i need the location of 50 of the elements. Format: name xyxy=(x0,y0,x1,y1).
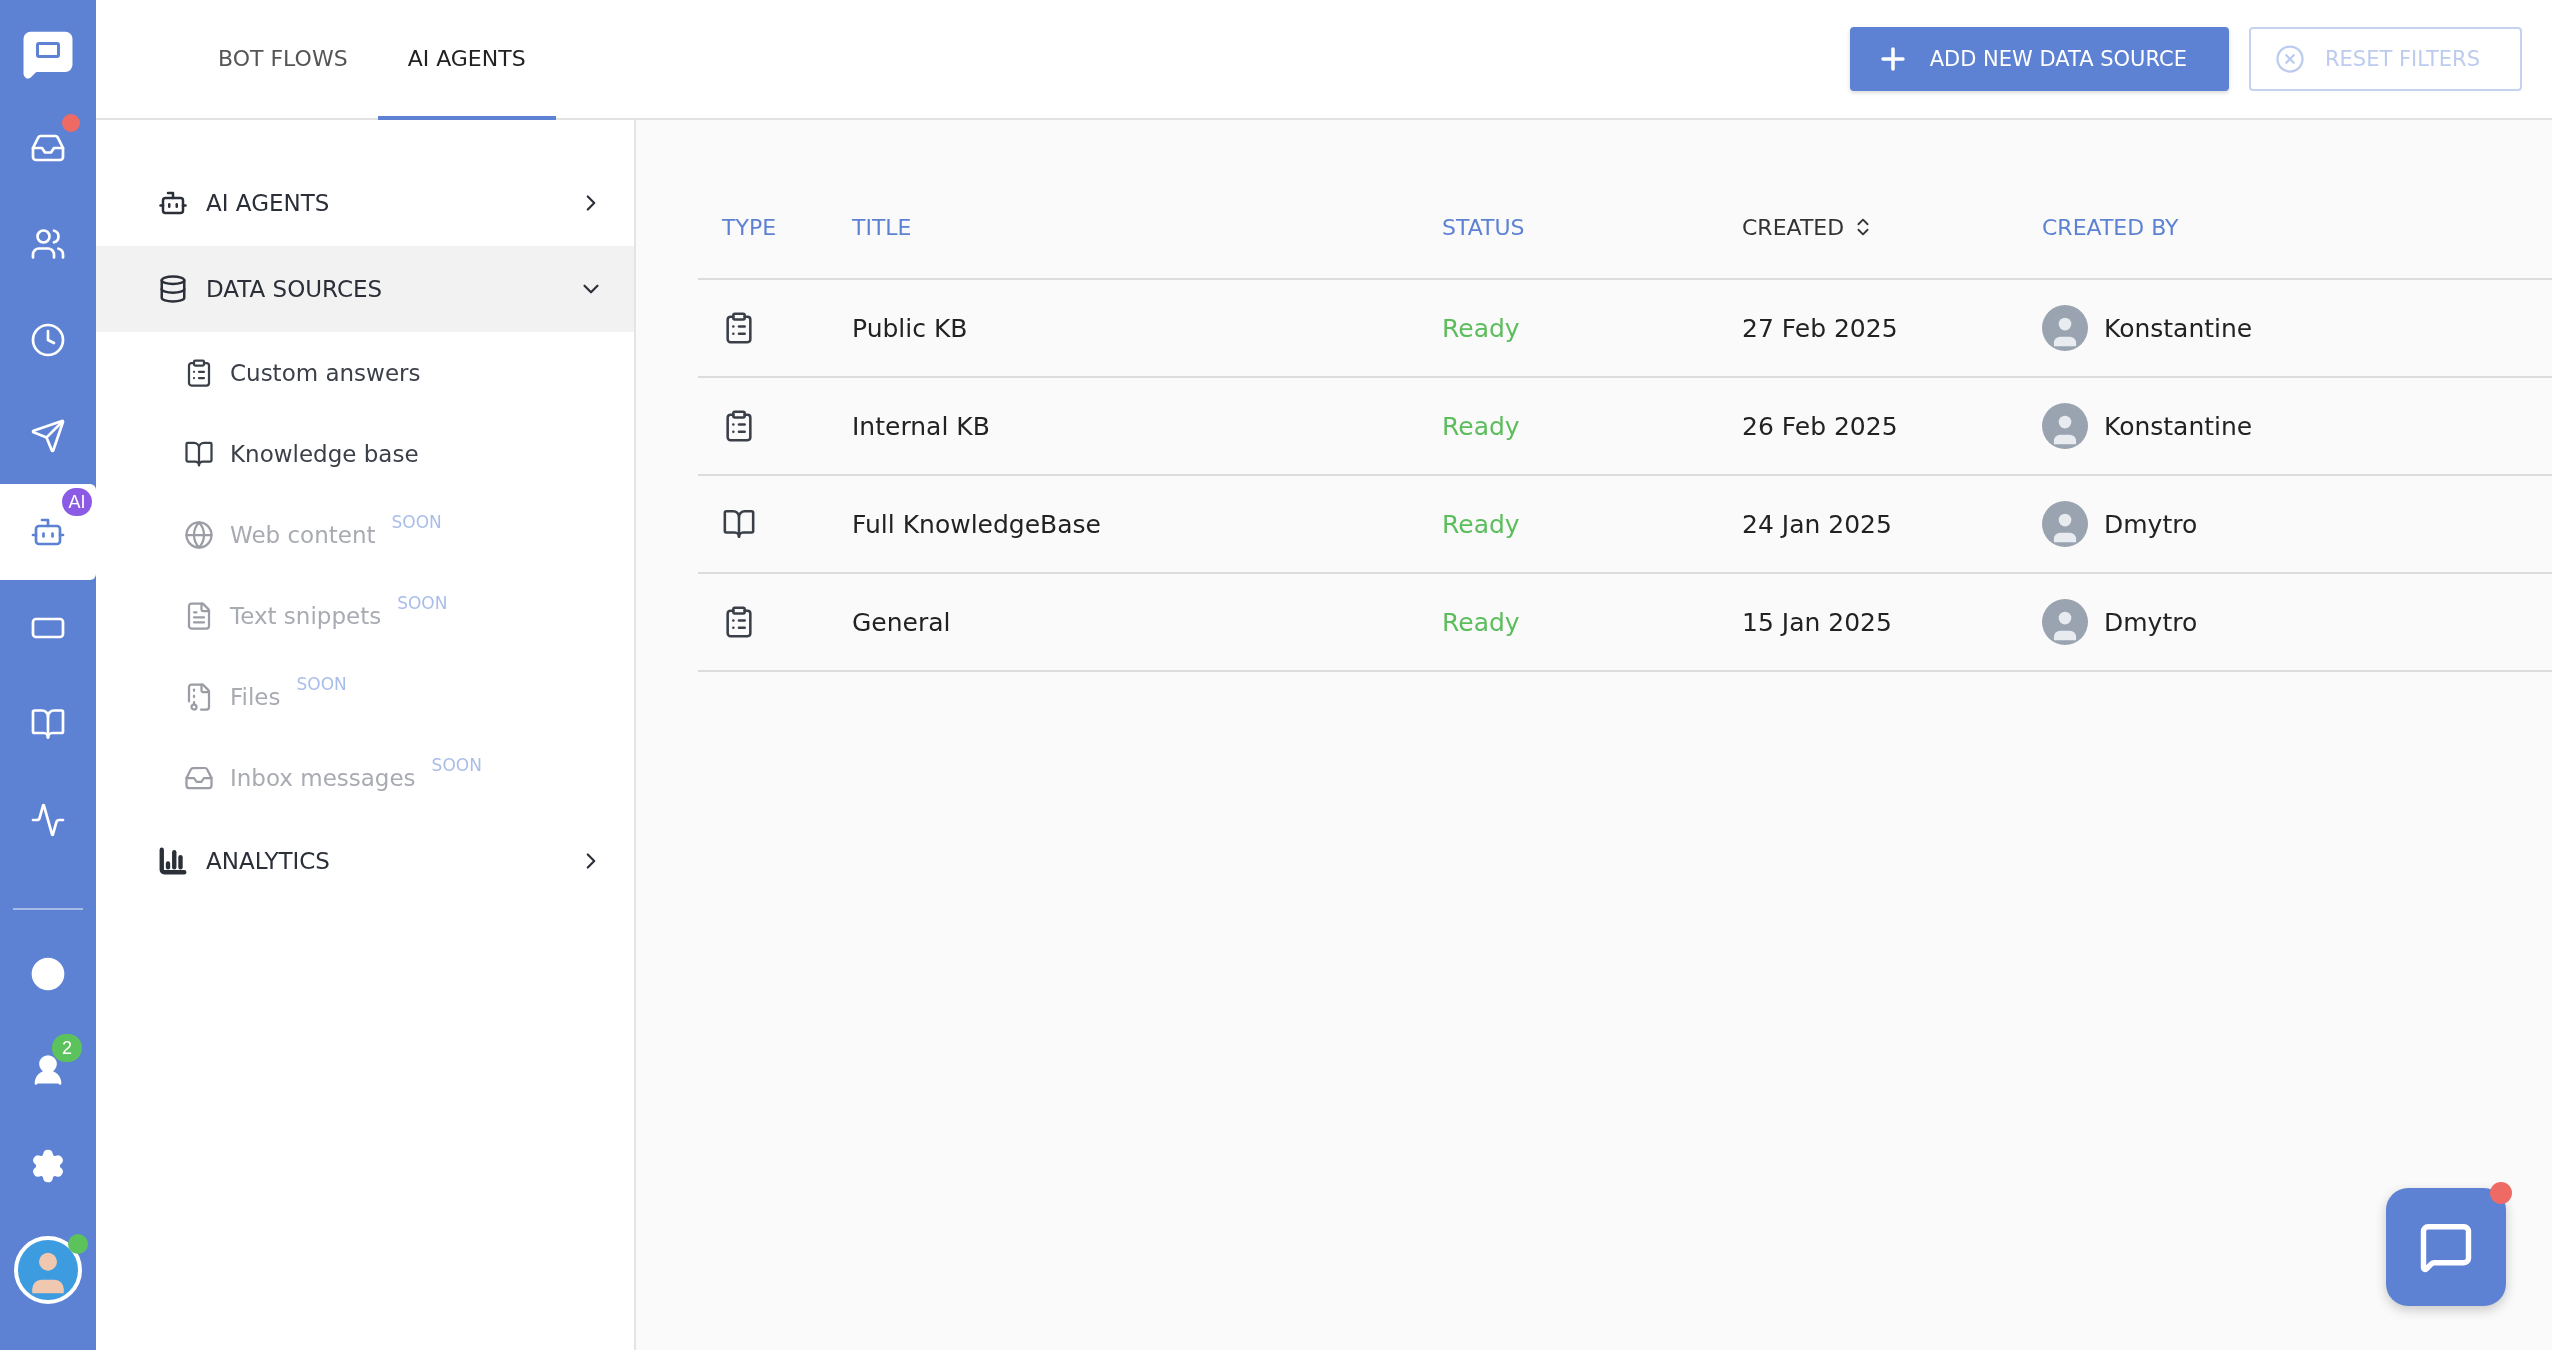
table-cell: Public KB xyxy=(852,313,968,343)
sidebar-item[interactable]: Knowledge base xyxy=(96,413,634,494)
soon-tag: SOON xyxy=(296,674,347,694)
column-header: TYPE xyxy=(698,176,828,280)
avatar-silhouette-icon xyxy=(2042,305,2088,351)
status-text: Ready xyxy=(1442,313,1520,343)
table-cell: Konstantine xyxy=(2104,313,2253,343)
avatar-silhouette-icon xyxy=(2042,403,2088,449)
column-header: CREATED BY xyxy=(2018,176,2552,280)
nav-rail-button[interactable]: AI xyxy=(0,484,96,580)
table-cell: Dmytro xyxy=(2104,607,2198,637)
tab[interactable]: BOT FLOWS xyxy=(188,0,378,120)
book-icon xyxy=(30,706,66,742)
soon-tag: SOON xyxy=(431,755,482,775)
sidebar-section[interactable]: ANALYTICS xyxy=(96,818,634,904)
soon-tag: SOON xyxy=(391,512,442,532)
chat-launcher-button[interactable] xyxy=(2386,1188,2506,1306)
add-button[interactable]: ADD NEW DATA SOURCE xyxy=(1849,27,2229,91)
send-icon xyxy=(30,418,66,454)
table-cell: 26 Feb 2025 xyxy=(1742,411,1898,441)
table-cell: Internal KB xyxy=(852,411,990,441)
column-header: STATUS xyxy=(1418,176,1718,280)
database-icon xyxy=(158,274,188,304)
avatar-silhouette-icon xyxy=(2042,599,2088,645)
book-icon xyxy=(722,507,756,541)
status-text: Ready xyxy=(1442,509,1520,539)
sidebar-section[interactable]: AI AGENTS xyxy=(96,160,634,246)
status-text: Ready xyxy=(1442,411,1520,441)
status-text: Ready xyxy=(1442,607,1520,637)
clock-icon xyxy=(30,322,66,358)
sidebar-item[interactable]: Custom answers xyxy=(96,332,634,413)
table-cell: Full KnowledgeBase xyxy=(852,509,1101,539)
table-cell: Dmytro xyxy=(2104,509,2198,539)
badge: AI xyxy=(62,488,92,516)
bar-chart-icon xyxy=(158,846,188,876)
table-cell: General xyxy=(852,607,951,637)
pulse-icon xyxy=(30,802,66,838)
table-cell: 24 Jan 2025 xyxy=(1742,509,1892,539)
column-header: TITLE xyxy=(828,176,1418,280)
sidebar-section[interactable]: DATA SOURCES xyxy=(96,246,634,332)
avatar-silhouette-icon xyxy=(2042,501,2088,547)
soon-tag: SOON xyxy=(397,593,448,613)
users-icon xyxy=(30,226,66,262)
table-cell: 27 Feb 2025 xyxy=(1742,313,1898,343)
globe-icon xyxy=(184,519,214,550)
column-header[interactable]: CREATED xyxy=(1718,176,2018,280)
badge: 2 xyxy=(52,1034,82,1062)
close-circle-icon xyxy=(2274,44,2305,74)
table-cell: Konstantine xyxy=(2104,411,2253,441)
table-cell: 15 Jan 2025 xyxy=(1742,607,1892,637)
